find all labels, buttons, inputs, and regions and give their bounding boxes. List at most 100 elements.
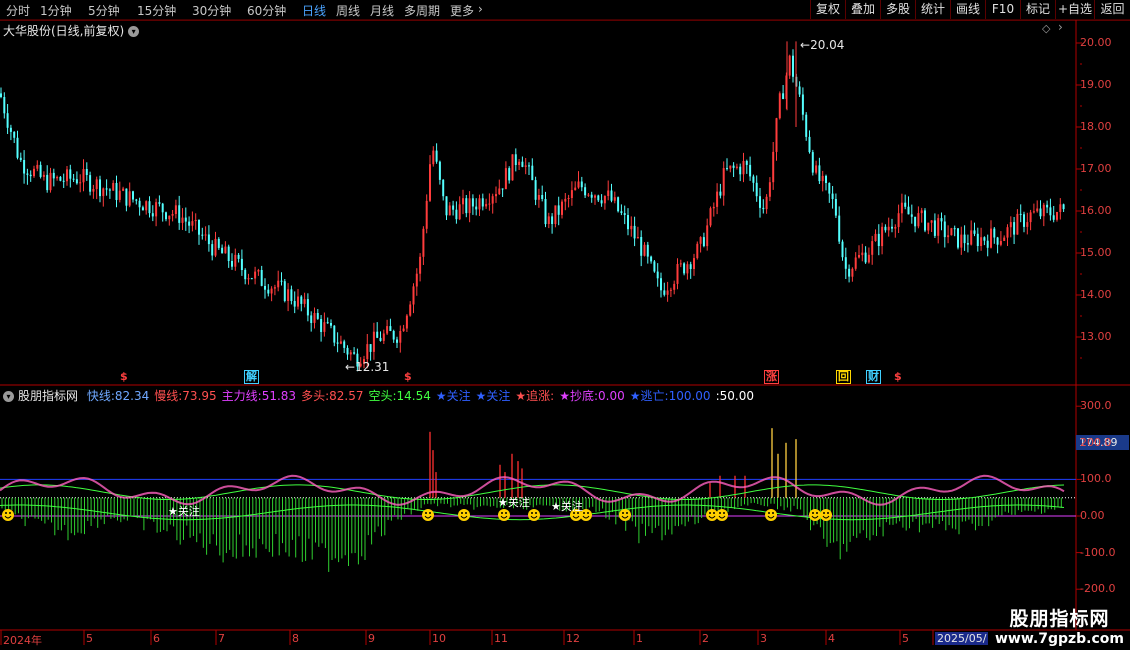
indicator-legend-label: ★抄底: xyxy=(559,389,599,403)
candle-body xyxy=(247,278,250,280)
candle-body xyxy=(234,254,237,267)
candle-body xyxy=(537,195,540,200)
candle-body xyxy=(574,187,577,191)
candle-body xyxy=(382,333,385,341)
candle-body xyxy=(366,344,369,360)
indicator-legend-item: 空头:14.54 xyxy=(368,389,430,403)
candle-body xyxy=(313,313,316,323)
candle-body xyxy=(788,55,791,76)
candle-body xyxy=(178,205,181,223)
candle-body xyxy=(204,234,207,236)
candle-body xyxy=(29,174,32,177)
candle-body xyxy=(943,221,946,238)
candle-body xyxy=(600,200,603,204)
candle-body xyxy=(471,198,474,207)
candle-body xyxy=(818,165,821,182)
candle-body xyxy=(920,210,923,214)
chevron-down-icon[interactable]: ▾ xyxy=(3,391,14,402)
candle-body xyxy=(326,322,329,324)
candle-body xyxy=(481,198,484,207)
candle-body xyxy=(198,220,200,235)
candle-body xyxy=(887,226,890,231)
candle-body xyxy=(293,301,296,307)
time-axis-label: 7 xyxy=(218,632,225,645)
candle-body xyxy=(39,164,42,177)
time-axis-label: 2024年 xyxy=(3,634,42,647)
candle-body xyxy=(594,195,596,198)
candle-body xyxy=(323,322,326,332)
candle-body xyxy=(834,199,837,216)
candle-body xyxy=(798,86,801,95)
candle-body xyxy=(597,195,600,201)
smiley-signal-icon xyxy=(528,509,540,521)
indicator-legend-label: 空头: xyxy=(368,389,397,403)
candle-body xyxy=(194,220,197,222)
watermark: 股朋指标网 www.7gpzb.com xyxy=(995,604,1124,647)
indicator-legend-value: 51.83 xyxy=(261,389,297,403)
candle-body xyxy=(1036,208,1039,212)
candle-body xyxy=(135,199,138,201)
smiley-signal-icon xyxy=(2,509,14,521)
candle-body xyxy=(867,254,870,263)
candle-body xyxy=(980,237,983,246)
indicator-histogram xyxy=(1,428,1062,572)
candle-body xyxy=(854,257,857,269)
indicator-legend-value: 73.95 xyxy=(182,389,217,403)
candle-body xyxy=(0,93,2,97)
candle-body xyxy=(240,258,243,270)
candle-body xyxy=(488,203,491,205)
candle-body xyxy=(663,290,666,295)
candle-body xyxy=(89,175,92,192)
candle-body xyxy=(815,165,818,173)
candle-body xyxy=(874,233,877,241)
candle-body xyxy=(257,270,260,272)
indicator-legend-item: ★抄底:0.00 xyxy=(559,389,625,403)
candle-body xyxy=(749,164,752,177)
candle-body xyxy=(808,136,811,153)
candle-body xyxy=(660,278,662,291)
candle-body xyxy=(702,237,705,247)
candle-body xyxy=(402,328,405,332)
candle-body xyxy=(85,169,88,175)
candle-body xyxy=(805,114,808,137)
candle-body xyxy=(1056,212,1058,220)
candle-body xyxy=(280,280,283,282)
candle-body xyxy=(755,182,758,197)
candle-body xyxy=(590,194,593,198)
candle-body xyxy=(369,344,372,352)
candle-body xyxy=(485,204,488,207)
candle-body xyxy=(435,150,438,162)
time-axis-label: 4 xyxy=(828,632,835,645)
candle-body xyxy=(894,227,897,229)
price-axis-label: 15.00 xyxy=(1080,246,1112,259)
candle-body xyxy=(320,319,323,332)
candle-body xyxy=(9,127,12,132)
indicator-axis-label: 100.0 xyxy=(1080,472,1112,486)
indicator-legend-label: ★关注 xyxy=(435,389,471,403)
candle-body xyxy=(118,190,121,200)
smiley-signal-icon xyxy=(716,509,728,521)
candle-body xyxy=(693,258,695,269)
candle-body xyxy=(910,214,913,217)
smiley-signal-icon xyxy=(765,509,777,521)
candle-body xyxy=(201,234,204,236)
candle-body xyxy=(627,215,629,230)
candle-body xyxy=(244,269,247,280)
candle-body xyxy=(914,216,917,227)
candle-body xyxy=(465,198,468,214)
indicator-axis-label: -200.0 xyxy=(1080,582,1116,596)
candle-body xyxy=(603,196,606,204)
smiley-signal-icon xyxy=(820,509,832,521)
candle-body xyxy=(633,225,636,239)
fast-line xyxy=(0,474,1065,506)
candle-body xyxy=(412,286,415,305)
time-axis-label: 12 xyxy=(566,632,580,645)
candle-body xyxy=(745,161,748,165)
candle-body xyxy=(392,331,395,340)
candle-body xyxy=(511,154,514,181)
candle-body xyxy=(273,287,276,289)
candle-body xyxy=(1013,222,1016,235)
indicator-legend-value: 82.34 xyxy=(114,389,150,403)
candle-body xyxy=(171,214,174,216)
indicator-legend-item: 快线:82.34 xyxy=(87,389,149,403)
